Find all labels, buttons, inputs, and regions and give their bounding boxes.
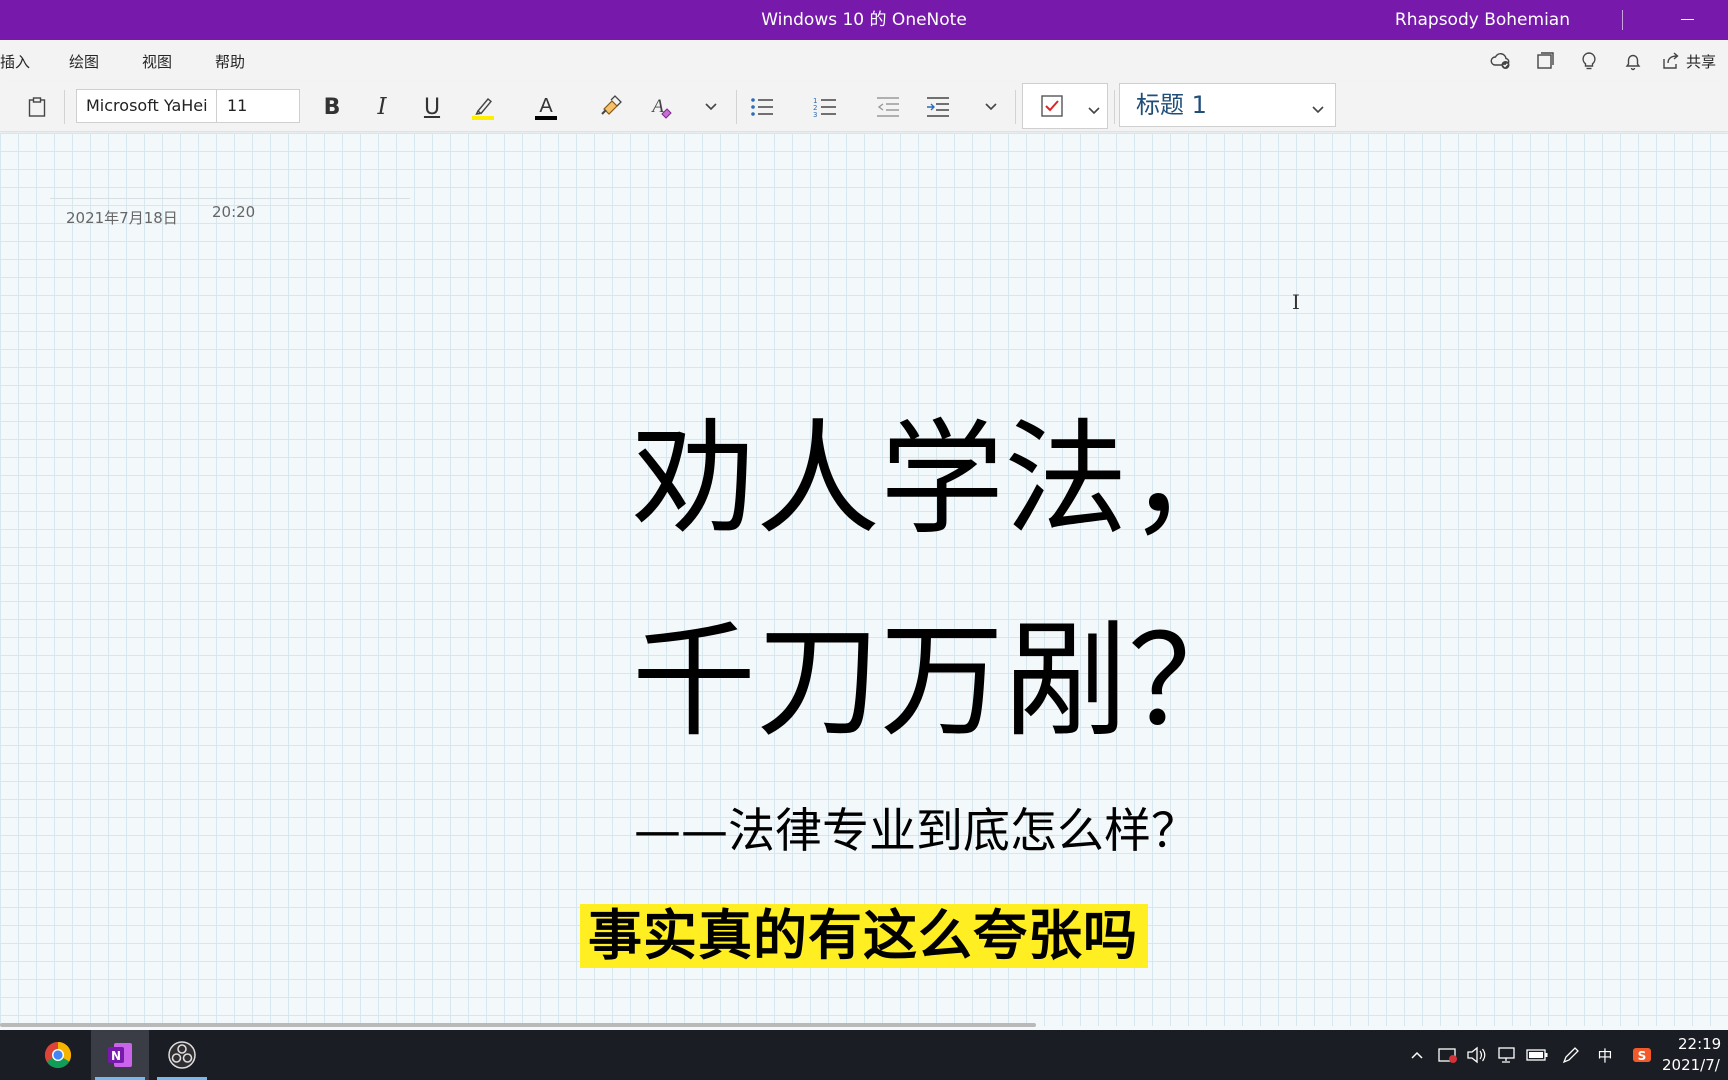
menu-draw[interactable]: 绘图: [69, 51, 99, 72]
highlight-button[interactable]: [465, 89, 501, 125]
svg-text:S: S: [1638, 1049, 1647, 1063]
font-name-field[interactable]: Microsoft YaHei: [77, 90, 217, 122]
todo-checkbox-icon: [1040, 94, 1064, 122]
numbering-button[interactable]: 123: [808, 89, 842, 125]
highlighted-text[interactable]: 事实真的有这么夸张吗: [588, 908, 1138, 964]
more-formatting-chevron-icon[interactable]: [698, 89, 724, 125]
clock-time: 22:19: [1678, 1035, 1722, 1053]
bold-button[interactable]: B: [315, 89, 349, 125]
chrome-icon: [44, 1041, 72, 1069]
pen-icon[interactable]: [1556, 1030, 1586, 1080]
share-label: 共享: [1685, 52, 1716, 71]
taskbar-onenote[interactable]: N: [91, 1030, 149, 1080]
subtitle[interactable]: ——法律专业到底怎么样？: [634, 792, 1198, 861]
tag-picker[interactable]: [1022, 83, 1108, 129]
style-chevron-icon[interactable]: [1311, 100, 1325, 119]
bullets-button[interactable]: [745, 89, 779, 125]
ribbon-toolbar: Microsoft YaHei 11 B I U A A 123 标题 1: [0, 82, 1728, 132]
page-title-line: [50, 198, 410, 199]
security-icon[interactable]: [1434, 1030, 1462, 1080]
svg-text:N: N: [111, 1049, 121, 1063]
increase-indent-icon: [927, 97, 949, 117]
minimize-icon[interactable]: [1681, 19, 1694, 20]
sogou-input-icon[interactable]: S: [1624, 1030, 1660, 1080]
horizontal-scrollbar[interactable]: [0, 1023, 1036, 1027]
ribbon-separator: [1114, 90, 1115, 124]
svg-text:A: A: [539, 95, 553, 117]
tag-chevron-icon[interactable]: [1087, 101, 1101, 120]
underline-button[interactable]: U: [415, 89, 449, 125]
sync-status-icon[interactable]: [1479, 40, 1523, 82]
tray-overflow-chevron-icon[interactable]: [1404, 1030, 1430, 1080]
font-picker[interactable]: Microsoft YaHei 11: [76, 89, 300, 123]
menu-insert[interactable]: 插入: [0, 51, 30, 72]
bell-icon[interactable]: [1611, 40, 1655, 82]
paste-button[interactable]: [20, 89, 54, 125]
taskbar: N 中 S 22:19 2021/7/: [0, 1030, 1728, 1080]
menu-help[interactable]: 帮助: [215, 51, 245, 72]
taskbar-obs[interactable]: [153, 1030, 211, 1080]
ime-indicator[interactable]: 中: [1590, 1030, 1620, 1080]
lightbulb-icon[interactable]: [1567, 40, 1611, 82]
onenote-icon: N: [108, 1043, 132, 1067]
highlighter-icon: [472, 98, 494, 120]
svg-text:3: 3: [813, 111, 817, 119]
style-picker[interactable]: 标题 1: [1119, 83, 1336, 127]
ribbon-separator: [1015, 90, 1016, 124]
increase-indent-button[interactable]: [921, 89, 955, 125]
font-color-icon: A: [535, 95, 557, 120]
font-size-field[interactable]: 11: [218, 90, 300, 122]
ribbon-separator: [736, 90, 737, 124]
title-separator: [1622, 10, 1623, 30]
decrease-indent-icon: [877, 97, 899, 117]
menu-view[interactable]: 视图: [142, 51, 172, 72]
network-icon[interactable]: [1492, 1030, 1520, 1080]
page-date: 2021年7月18日: [66, 209, 178, 227]
decrease-indent-button[interactable]: [871, 89, 905, 125]
note-canvas[interactable]: [0, 133, 1728, 1026]
clear-formatting-icon: A: [650, 96, 672, 119]
font-color-button[interactable]: A: [528, 89, 564, 125]
battery-icon[interactable]: [1522, 1030, 1552, 1080]
text-cursor-icon: I: [1292, 290, 1300, 314]
start-button[interactable]: [0, 1030, 6, 1080]
bullet-list-icon: [751, 98, 773, 116]
style-label: 标题 1: [1136, 91, 1207, 119]
heading-line-2[interactable]: 千刀万剐？: [632, 620, 1332, 744]
clipboard-icon: [28, 97, 46, 117]
page-view-icon[interactable]: [1523, 40, 1567, 82]
menu-right-group: 共享: [1479, 40, 1728, 82]
account-name[interactable]: Rhapsody Bohemian: [1395, 0, 1570, 40]
format-painter-icon: [601, 95, 622, 115]
page-time: 20:20: [212, 203, 256, 221]
italic-button[interactable]: I: [365, 89, 399, 125]
numbered-list-icon: 123: [813, 97, 836, 119]
heading-line-1[interactable]: 劝人学法，: [632, 418, 1332, 542]
obs-icon: [168, 1041, 196, 1069]
menu-bar: 插入 绘图 视图 帮助 共享: [0, 40, 1728, 82]
title-bar: Windows 10 的 OneNote Rhapsody Bohemian: [0, 0, 1728, 40]
format-painter-button[interactable]: [593, 89, 629, 125]
more-paragraph-chevron-icon[interactable]: [978, 89, 1004, 125]
ribbon-separator: [64, 90, 65, 124]
clear-formatting-button[interactable]: A: [643, 89, 679, 125]
volume-icon[interactable]: [1462, 1030, 1490, 1080]
taskbar-chrome[interactable]: [29, 1030, 87, 1080]
share-button[interactable]: 共享: [1655, 51, 1728, 72]
system-clock[interactable]: 22:19 2021/7/: [1658, 1034, 1728, 1076]
clock-date: 2021/7/: [1662, 1056, 1720, 1074]
share-icon: [1663, 52, 1679, 69]
